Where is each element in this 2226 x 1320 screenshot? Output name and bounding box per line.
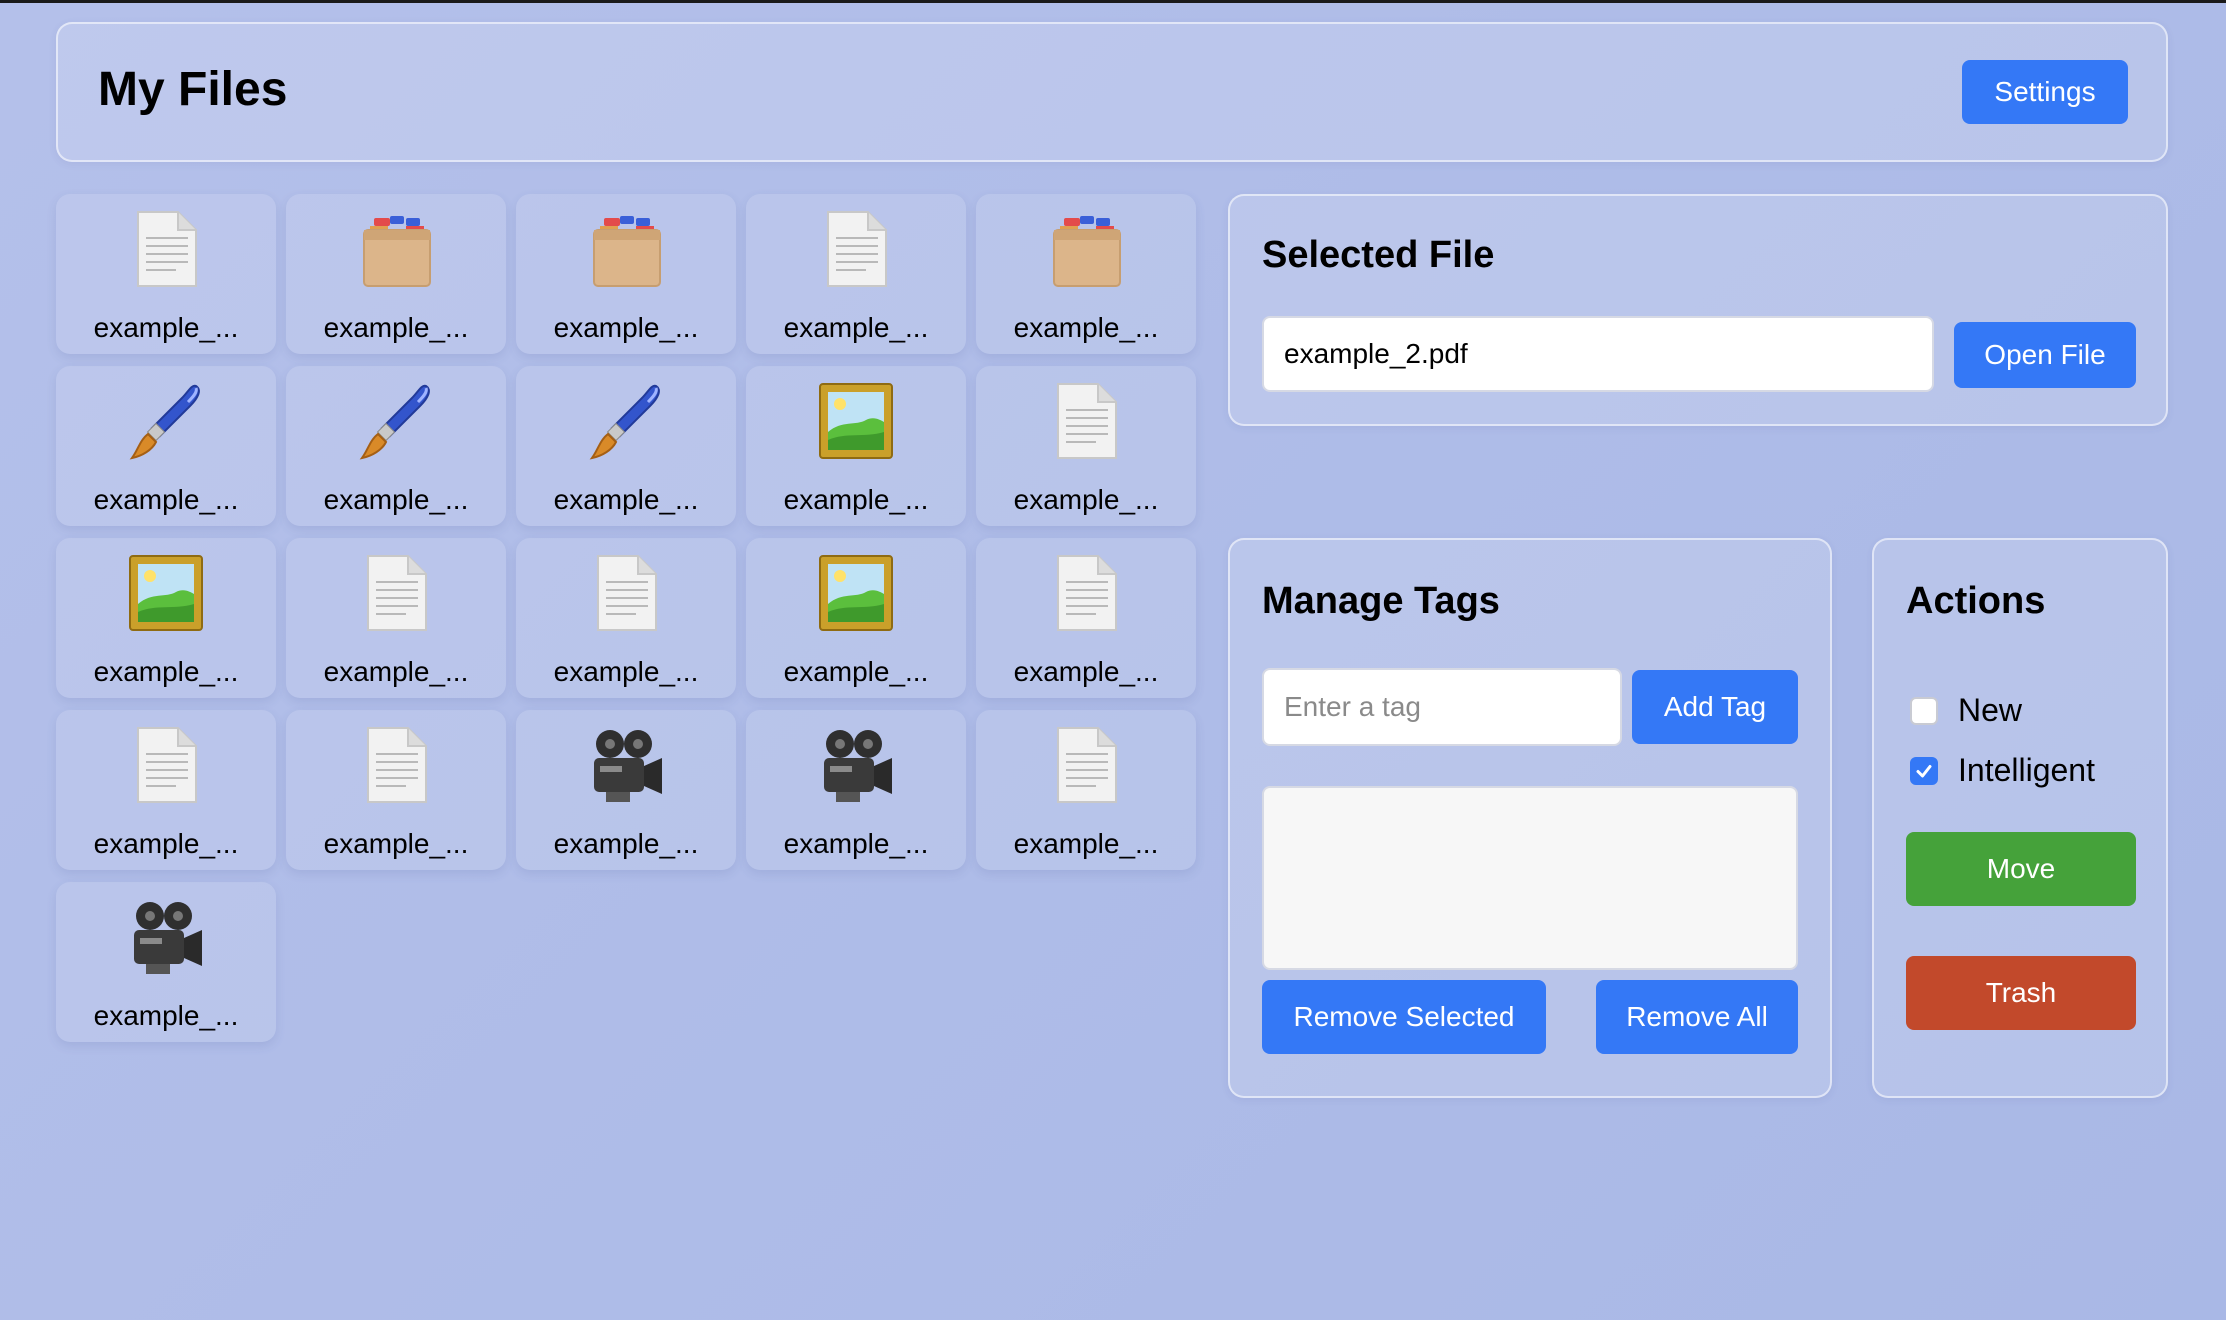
file-tile[interactable]: example_...	[516, 538, 736, 698]
file-tile[interactable]: example_...	[56, 194, 276, 354]
trash-button[interactable]: Trash	[1906, 956, 2136, 1030]
file-cabinet-icon	[586, 208, 666, 290]
file-tile[interactable]: example_...	[286, 194, 506, 354]
framed-picture-icon	[816, 552, 896, 634]
remove-selected-button[interactable]: Remove Selected	[1262, 980, 1546, 1054]
open-file-button[interactable]: Open File	[1954, 322, 2136, 388]
file-name: example_...	[323, 484, 469, 515]
document-icon	[586, 552, 666, 634]
file-tile[interactable]: example_...	[56, 710, 276, 870]
intelligent-option-label: Intelligent	[1958, 752, 2095, 788]
actions-panel: Actions New Intelligent Move Trash	[1872, 538, 2168, 1098]
file-tile[interactable]: example_...	[976, 538, 1196, 698]
page-title: My Files	[98, 63, 288, 116]
file-name: example_...	[783, 656, 929, 687]
file-name: example_...	[1013, 312, 1159, 343]
checkmark-icon	[1916, 764, 1932, 777]
remove-all-button[interactable]: Remove All	[1596, 980, 1798, 1054]
move-button[interactable]: Move	[1906, 832, 2136, 906]
file-tile[interactable]: example_...	[976, 194, 1196, 354]
document-icon	[816, 208, 896, 290]
document-icon	[126, 208, 206, 290]
file-name: example_...	[93, 484, 239, 515]
file-name: example_...	[323, 828, 469, 859]
file-tile[interactable]: example_...	[976, 366, 1196, 526]
movie-camera-icon	[816, 724, 896, 806]
file-tile[interactable]: example_...	[286, 538, 506, 698]
file-name: example_...	[783, 828, 929, 859]
file-name: example_...	[553, 656, 699, 687]
new-option[interactable]: New	[1910, 692, 2022, 729]
document-icon	[356, 724, 436, 806]
file-name: example_...	[93, 828, 239, 859]
tag-input[interactable]: Enter a tag	[1262, 668, 1622, 746]
file-tile[interactable]: example_...	[516, 366, 736, 526]
file-tile[interactable]: example_...	[746, 366, 966, 526]
file-name: example_...	[553, 828, 699, 859]
file-name: example_...	[93, 1000, 239, 1031]
document-icon	[1046, 724, 1126, 806]
document-icon	[1046, 552, 1126, 634]
document-icon	[126, 724, 206, 806]
file-tile[interactable]: example_...	[56, 538, 276, 698]
file-name: example_...	[1013, 484, 1159, 515]
paintbrush-icon	[586, 380, 666, 462]
intelligent-checkbox[interactable]	[1910, 756, 1938, 785]
header-bar: My Files Settings	[56, 22, 2168, 162]
manage-tags-title: Manage Tags	[1262, 580, 1500, 622]
window-top-border	[0, 0, 2226, 3]
framed-picture-icon	[126, 552, 206, 634]
file-name: example_...	[1013, 828, 1159, 859]
file-name: example_...	[553, 312, 699, 343]
file-tile[interactable]: example_...	[746, 710, 966, 870]
file-tile[interactable]: example_...	[516, 194, 736, 354]
tag-list[interactable]	[1262, 786, 1798, 970]
file-name: example_...	[783, 484, 929, 515]
document-icon	[356, 552, 436, 634]
file-tile[interactable]: example_...	[516, 710, 736, 870]
movie-camera-icon	[586, 724, 666, 806]
manage-tags-panel: Manage Tags Enter a tag Add Tag Remove S…	[1228, 538, 1832, 1098]
file-name: example_...	[323, 312, 469, 343]
actions-title: Actions	[1906, 580, 2046, 622]
file-name: example_...	[783, 312, 929, 343]
new-option-label: New	[1958, 692, 2023, 728]
file-tile[interactable]: example_...	[286, 366, 506, 526]
paintbrush-icon	[356, 380, 436, 462]
add-tag-button[interactable]: Add Tag	[1632, 670, 1798, 744]
file-tile[interactable]: example_...	[56, 882, 276, 1042]
file-name: example_...	[93, 312, 239, 343]
file-name: example_...	[93, 656, 239, 687]
file-name: example_...	[1013, 656, 1159, 687]
framed-picture-icon	[816, 380, 896, 462]
file-tile[interactable]: example_...	[746, 194, 966, 354]
file-name: example_...	[323, 656, 469, 687]
file-tile[interactable]: example_...	[976, 710, 1196, 870]
selected-file-field[interactable]: example_2.pdf	[1262, 316, 1934, 392]
file-tile[interactable]: example_...	[286, 710, 506, 870]
selected-file-panel: Selected File example_2.pdf Open File	[1228, 194, 2168, 426]
settings-button[interactable]: Settings	[1962, 60, 2128, 124]
file-tile[interactable]: example_...	[56, 366, 276, 526]
file-grid: example_... example_... example_... exam…	[56, 194, 1198, 1046]
intelligent-option[interactable]: Intelligent	[1910, 752, 2095, 789]
new-checkbox[interactable]	[1910, 696, 1938, 725]
file-tile[interactable]: example_...	[746, 538, 966, 698]
file-cabinet-icon	[1046, 208, 1126, 290]
file-cabinet-icon	[356, 208, 436, 290]
movie-camera-icon	[126, 896, 206, 978]
paintbrush-icon	[126, 380, 206, 462]
file-name: example_...	[553, 484, 699, 515]
selected-file-title: Selected File	[1262, 234, 1495, 276]
document-icon	[1046, 380, 1126, 462]
